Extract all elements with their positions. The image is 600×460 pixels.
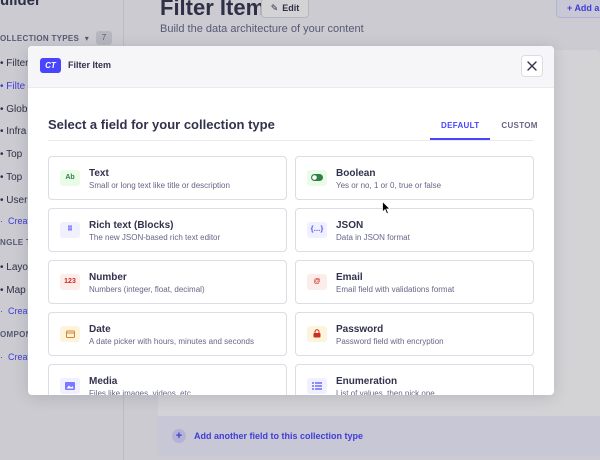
divider [48,140,534,141]
field-type-name: Date [89,324,111,335]
modal-header: CT Filter Item [28,46,554,88]
toggle-icon [307,170,327,186]
field-type-name: Rich text (Blocks) [89,220,174,231]
field-type-enumeration[interactable]: Enumeration List of values, then pick one [295,364,534,395]
field-type-description: Numbers (integer, float, decimal) [89,285,205,294]
field-type-description: Password field with encryption [336,337,444,346]
calendar-icon [60,326,80,342]
field-type-description: Data in JSON format [336,233,410,242]
media-icon [60,378,80,394]
json-icon: {…} [307,222,327,238]
text-icon: Ab [60,170,80,186]
field-type-json[interactable]: {…} JSON Data in JSON format [295,208,534,252]
close-icon [527,61,537,71]
lock-icon [307,326,327,342]
mouse-cursor-icon [382,201,391,215]
field-type-description: The new JSON-based rich text editor [89,233,221,242]
field-type-boolean[interactable]: Boolean Yes or no, 1 or 0, true or false [295,156,534,200]
close-button[interactable] [521,55,543,77]
field-type-date[interactable]: Date A date picker with hours, minutes an… [48,312,287,356]
field-type-name: Boolean [336,168,376,179]
field-type-description: Yes or no, 1 or 0, true or false [336,181,442,190]
field-type-description: List of values, then pick one [336,389,435,395]
field-type-name: Enumeration [336,376,398,387]
field-type-description: A date picker with hours, minutes and se… [89,337,254,346]
field-type-description: Files like images, videos, etc [89,389,191,395]
section-title: Select a field for your collection type [48,117,275,132]
tab-default[interactable]: DEFAULT [430,112,491,140]
field-type-name: Password [336,324,384,335]
modal-body: Select a field for your collection type … [28,88,554,395]
field-type-name: Text [89,168,109,179]
modal-title: Filter Item [68,60,112,70]
field-type-password[interactable]: Password Password field with encryption [295,312,534,356]
field-type-name: Media [89,376,118,387]
field-tabs: DEFAULT CUSTOM [430,112,549,140]
field-type-description: Email field with validations format [336,285,455,294]
number-icon: 123 [60,274,80,290]
field-type-name: Number [89,272,127,283]
collection-type-badge: CT [40,58,61,73]
tab-custom[interactable]: CUSTOM [490,112,548,140]
field-type-rich-text-blocks[interactable]: ⠿ Rich text (Blocks) The new JSON-based ri… [48,208,287,252]
blocks-icon: ⠿ [60,222,80,238]
field-type-description: Small or long text like title or descrip… [89,181,230,190]
field-type-email[interactable]: @ Email Email field with validations forma… [295,260,534,304]
field-type-name: Email [336,272,363,283]
field-type-name: JSON [336,220,364,231]
list-icon [307,378,327,394]
field-type-number[interactable]: 123 Number Numbers (integer, float, decima… [48,260,287,304]
email-icon: @ [307,274,327,290]
field-type-text[interactable]: Ab Text Small or long text like title or d… [48,156,287,200]
field-type-media[interactable]: Media Files like images, videos, etc [48,364,287,395]
field-selection-modal: CT Filter Item Select a field for your c… [28,46,554,395]
